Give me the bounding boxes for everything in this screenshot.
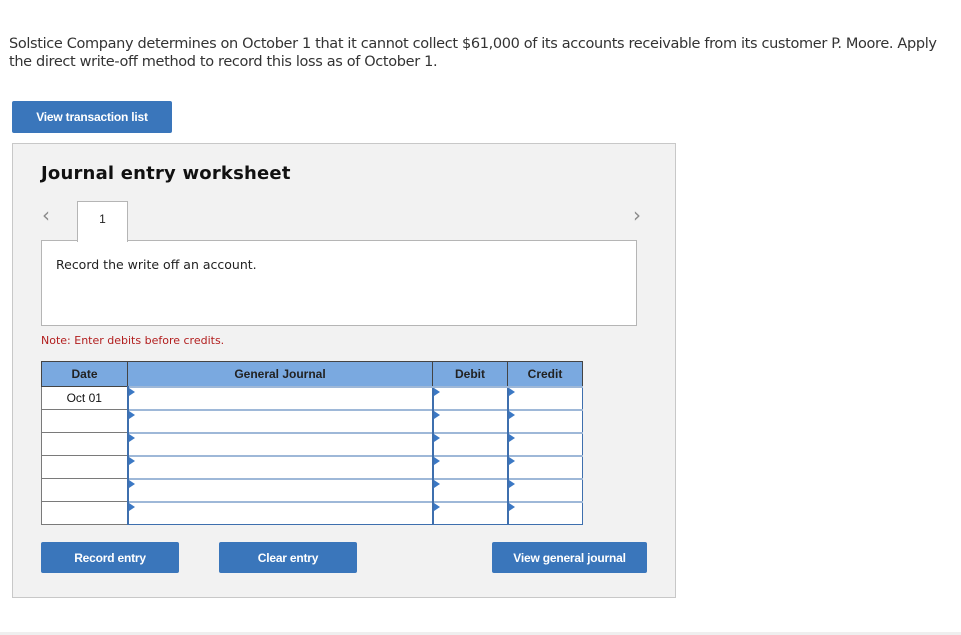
credit-input[interactable] — [506, 500, 583, 525]
credit-input[interactable] — [506, 477, 583, 502]
journal-row — [41, 477, 583, 502]
header-general-journal: General Journal — [127, 361, 433, 387]
journal-row — [41, 431, 583, 456]
header-date: Date — [41, 361, 128, 387]
question-text: Solstice Company determines on October 1… — [9, 36, 937, 70]
debit-input[interactable] — [431, 500, 508, 525]
date-cell[interactable] — [41, 478, 128, 502]
debit-input[interactable] — [431, 477, 508, 502]
debit-input[interactable] — [431, 408, 508, 433]
account-input[interactable] — [126, 477, 433, 502]
view-general-journal-button[interactable]: View general journal — [492, 542, 647, 573]
credit-input[interactable] — [506, 454, 583, 479]
journal-row — [41, 408, 583, 433]
credit-input[interactable] — [506, 408, 583, 433]
debit-input[interactable] — [431, 385, 508, 410]
chevron-right-icon[interactable]: › — [633, 205, 641, 225]
account-input[interactable] — [126, 500, 433, 525]
journal-table: Date General Journal Debit Credit Oct 01 — [41, 361, 583, 525]
date-cell[interactable] — [41, 501, 128, 525]
worksheet-title: Journal entry worksheet — [41, 163, 291, 184]
debit-input[interactable] — [431, 431, 508, 456]
credit-input[interactable] — [506, 385, 583, 410]
view-transaction-list-button[interactable]: View transaction list — [12, 101, 172, 133]
transaction-description: Record the write off an account. — [56, 257, 257, 272]
journal-row: Oct 01 — [41, 385, 583, 410]
journal-row — [41, 500, 583, 525]
date-cell[interactable] — [41, 455, 128, 479]
clear-entry-button[interactable]: Clear entry — [219, 542, 357, 573]
journal-row — [41, 454, 583, 479]
account-input[interactable] — [126, 408, 433, 433]
transaction-description-box: Record the write off an account. — [41, 240, 637, 326]
account-input[interactable] — [126, 431, 433, 456]
credit-input[interactable] — [506, 431, 583, 456]
debit-input[interactable] — [431, 454, 508, 479]
account-input[interactable] — [126, 385, 433, 410]
date-cell[interactable] — [41, 409, 128, 433]
debits-credits-note: Note: Enter debits before credits. — [41, 334, 225, 347]
journal-header-row: Date General Journal Debit Credit — [41, 361, 583, 387]
chevron-left-icon[interactable]: ‹ — [42, 205, 50, 225]
header-debit: Debit — [432, 361, 508, 387]
record-entry-button[interactable]: Record entry — [41, 542, 179, 573]
journal-entry-worksheet: Journal entry worksheet ‹ 1 › Record the… — [12, 143, 676, 598]
date-cell[interactable] — [41, 432, 128, 456]
header-credit: Credit — [507, 361, 583, 387]
tab-transaction-1[interactable]: 1 — [77, 201, 128, 242]
date-cell[interactable]: Oct 01 — [41, 386, 128, 410]
account-input[interactable] — [126, 454, 433, 479]
